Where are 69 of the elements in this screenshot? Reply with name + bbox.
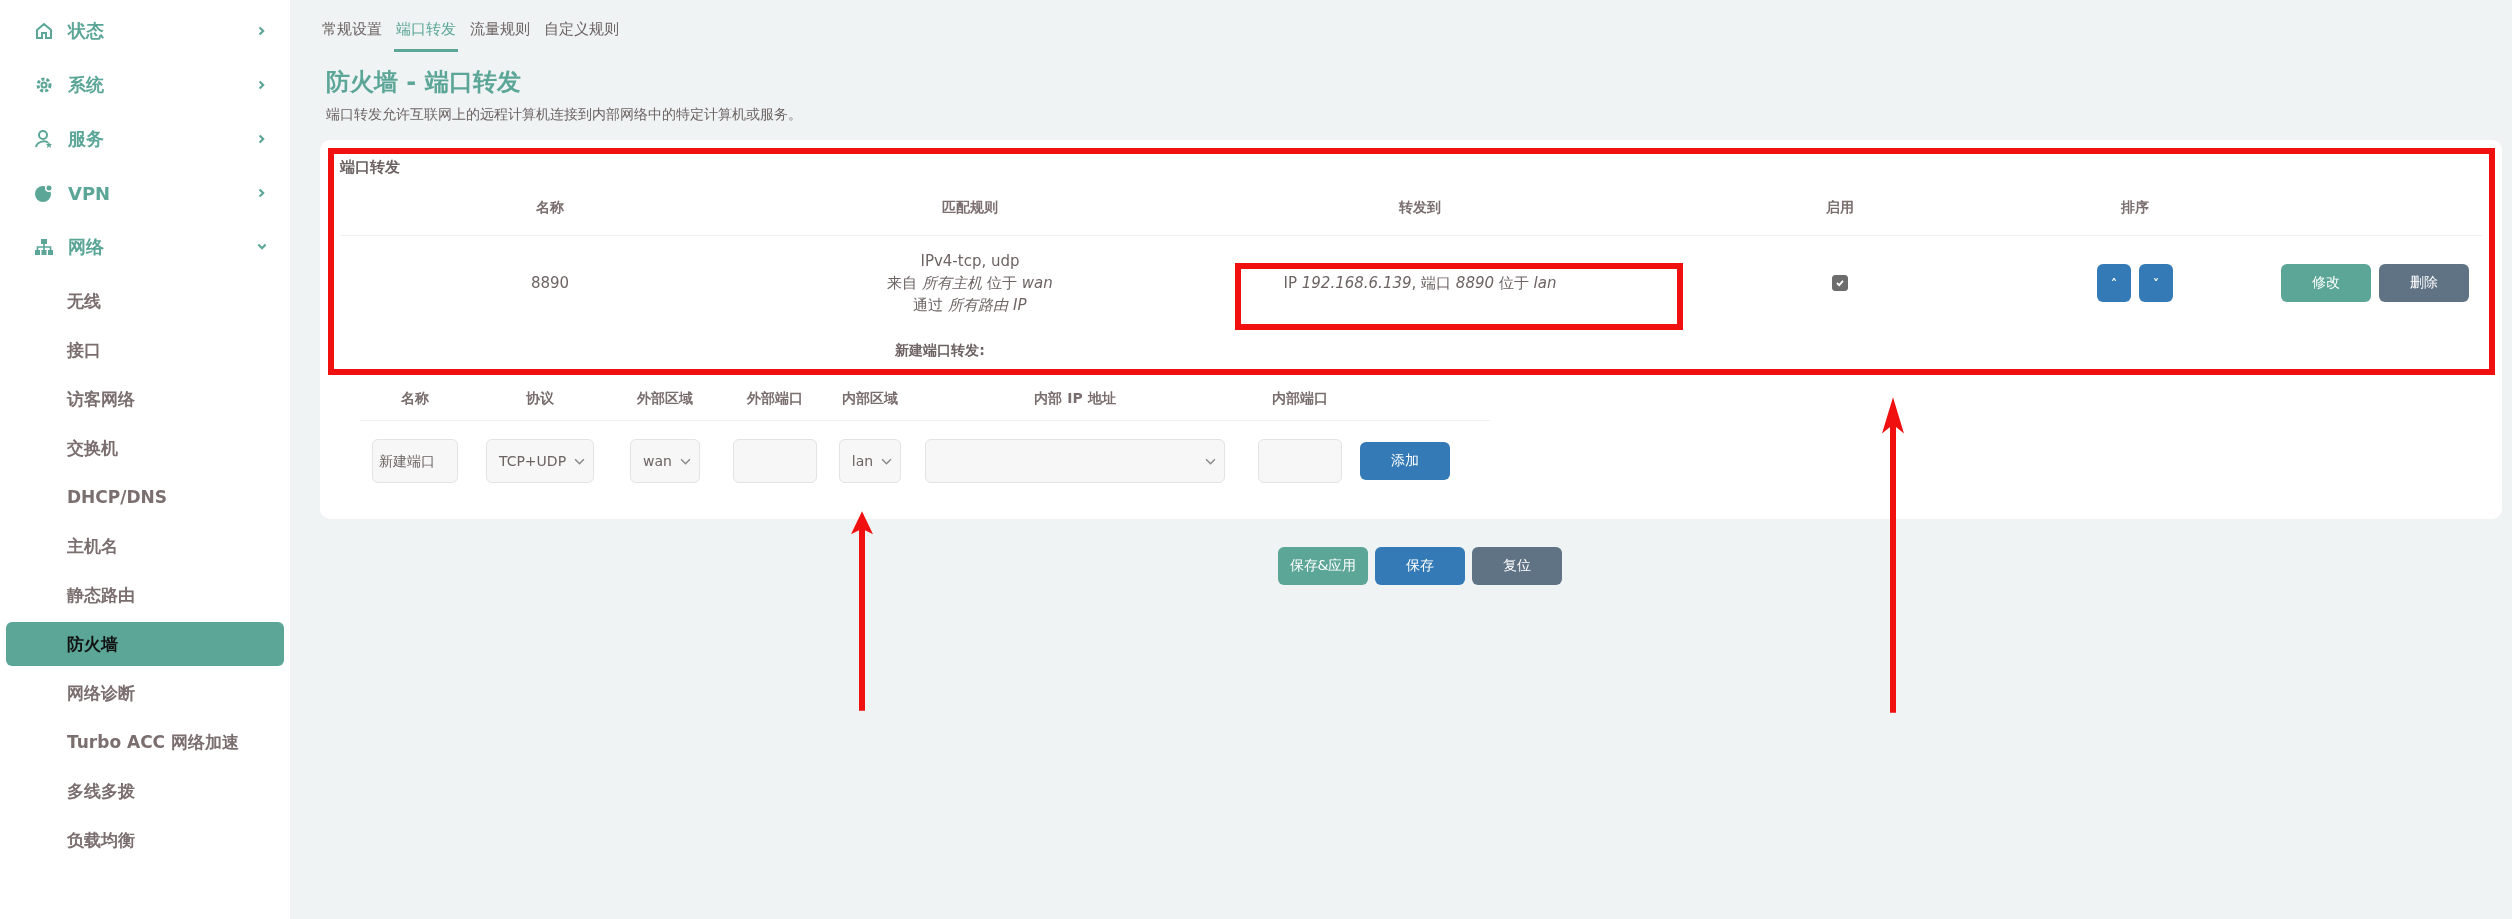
column-header: 内部区域: [841, 390, 899, 408]
checkbox[interactable]: [1832, 275, 1848, 291]
menu-label: 系统: [68, 73, 105, 97]
zone-select[interactable]: wan: [630, 439, 700, 483]
port-field[interactable]: [1258, 439, 1342, 483]
column-header: 启用: [1825, 199, 1855, 217]
ip-select[interactable]: [925, 439, 1225, 483]
match-rule-line: 来自 所有主机 位于 wan: [887, 273, 1053, 294]
submenu-item[interactable]: DHCP/DNS: [6, 475, 284, 519]
delete-button[interactable]: 删除: [2379, 264, 2469, 302]
house-icon: [34, 21, 54, 41]
port-field[interactable]: [733, 439, 817, 483]
menu-item[interactable]: 系统: [0, 58, 290, 112]
submenu-item[interactable]: 多线多拨: [6, 769, 284, 813]
submenu-item[interactable]: 网络诊断: [6, 671, 284, 715]
submenu-item[interactable]: 无线: [6, 279, 284, 323]
menu-label: 服务: [68, 127, 105, 151]
tab[interactable]: 常规设置: [320, 16, 384, 52]
globe-icon: [34, 183, 54, 203]
column-header: 内部 IP 地址: [1033, 390, 1117, 408]
add-button[interactable]: 添加: [1360, 442, 1450, 480]
move-up-button[interactable]: ˄: [2097, 264, 2131, 302]
tab[interactable]: 自定义规则: [542, 16, 621, 52]
save-button[interactable]: 保存: [1375, 547, 1465, 585]
submenu-item[interactable]: 接口: [6, 328, 284, 372]
column-header: 协议: [525, 390, 555, 408]
gear-icon: [34, 75, 54, 95]
user-icon: [34, 129, 54, 149]
edit-button[interactable]: 修改: [2281, 264, 2371, 302]
zone-select[interactable]: lan: [838, 439, 902, 483]
column-header: 匹配规则: [941, 199, 999, 217]
tab[interactable]: 端口转发: [394, 16, 458, 52]
page-description: 端口转发允许互联网上的远程计算机连接到内部网络中的特定计算机或服务。: [326, 106, 803, 124]
submenu-item[interactable]: 主机名: [6, 524, 284, 568]
match-rule-line: 通过 所有路由 IP: [913, 295, 1027, 316]
column-header: 内部端口: [1271, 390, 1329, 408]
menu-item[interactable]: VPN: [0, 166, 290, 220]
menu-label: 状态: [68, 19, 105, 43]
column-header: 排序: [2120, 199, 2150, 217]
submenu-item[interactable]: 防火墙: [6, 622, 284, 666]
forward-target: IP 192.168.6.139, 端口 8890 位于 lan: [1283, 273, 1557, 294]
column-header: 外部端口: [746, 390, 804, 408]
section-subtitle: 新建端口转发:: [895, 342, 985, 358]
match-rule-line: IPv4-tcp, udp: [920, 251, 1020, 272]
column-header: 转发到: [1398, 199, 1442, 217]
network-icon: [34, 237, 54, 257]
name-field[interactable]: 新建端口: [372, 439, 458, 483]
submenu-item[interactable]: 负载均衡: [6, 818, 284, 862]
page-title: 防火墙 - 端口转发: [326, 67, 522, 98]
column-header: 名称: [400, 390, 430, 408]
section-title: 端口转发: [340, 158, 401, 177]
column-header: 名称: [535, 199, 565, 217]
menu-label: VPN: [68, 182, 112, 204]
reset-button[interactable]: 复位: [1472, 547, 1562, 585]
protocol-select[interactable]: TCP+UDP: [485, 439, 595, 483]
column-header: 外部区域: [636, 390, 694, 408]
menu-item[interactable]: 网络: [0, 220, 290, 274]
save-apply-button[interactable]: 保存&应用: [1278, 547, 1368, 585]
checkmark-icon: [1835, 278, 1845, 288]
menu-label: 网络: [68, 235, 105, 259]
menu-item[interactable]: 状态: [0, 4, 290, 58]
table-cell-text: 8890: [529, 273, 571, 294]
submenu-item[interactable]: 访客网络: [6, 377, 284, 421]
submenu-item[interactable]: 静态路由: [6, 573, 284, 617]
tab[interactable]: 流量规则: [468, 16, 532, 52]
move-down-button[interactable]: ˅: [2139, 264, 2173, 302]
submenu-item[interactable]: 交换机: [6, 426, 284, 470]
menu-item[interactable]: 服务: [0, 112, 290, 166]
submenu-item[interactable]: Turbo ACC 网络加速: [6, 720, 284, 764]
